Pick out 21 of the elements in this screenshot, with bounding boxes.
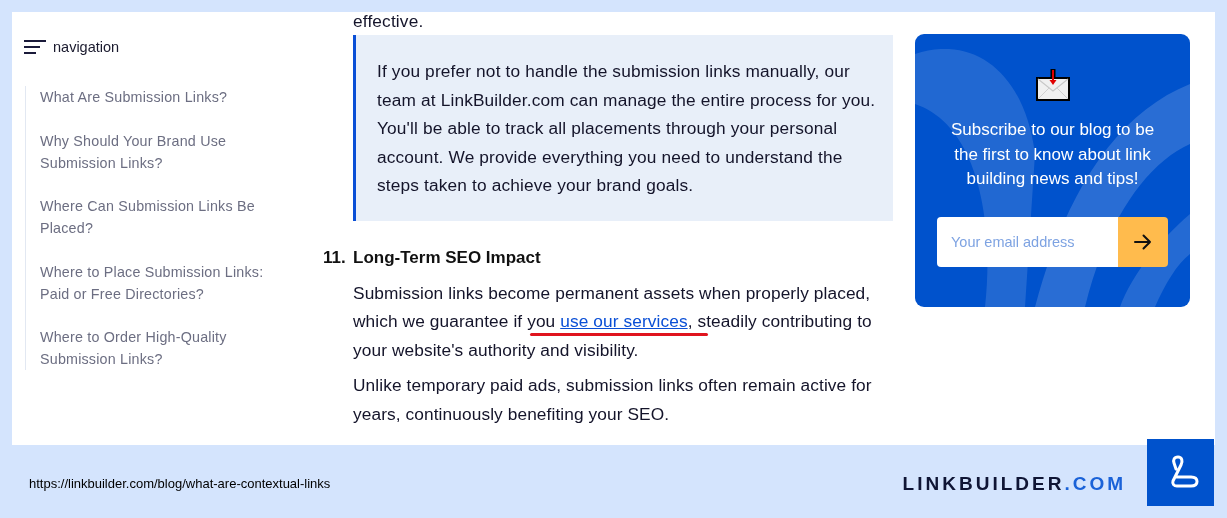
callout-text: If you prefer not to handle the submission links manually, our team at LinkBuilder.com can manage the entire process for you. You'll be able to track all placements through your personal account. We provide everything you need to understand the steps taken to achieve your brand goals. — [377, 60, 877, 197]
paragraph-text: Unlike temporary paid ads, submission links often remain active for years, continuously benefiting your SEO. — [353, 374, 873, 426]
menu-icon[interactable] — [24, 40, 46, 54]
section-heading: Long-Term SEO Impact — [353, 247, 541, 268]
navigation-link[interactable]: What Are Submission Links? — [40, 86, 285, 108]
submit-button[interactable] — [1118, 216, 1168, 267]
navigation-link[interactable]: Where Can Submission Links Be Placed? — [40, 195, 285, 239]
paragraph-text: Submission links become permanent assets when properly placed, which we guarantee if you use our services, steadily contributing to your website's authority and visibility. — [353, 281, 873, 362]
page-url: https://linkbuilder.com/blog/what-are-contextual-links — [29, 475, 332, 491]
navigation-title: navigation — [53, 39, 120, 55]
text-link[interactable]: use our services — [560, 311, 688, 331]
section-number: 11. — [323, 247, 347, 268]
subscribe-text: Subscribe to our blog to be the first to know about link building news and tips! — [949, 119, 1156, 190]
email-field[interactable]: Your email address — [937, 216, 1118, 267]
navigation-link[interactable]: Where to Place Submission Links: Paid or Free Directories? — [40, 260, 285, 305]
envelope-icon — [1035, 69, 1070, 102]
brand-wordmark: LINKBUILDER.COM — [902, 471, 1126, 495]
navigation-link[interactable]: Why Should Your Brand Use Submission Links? — [40, 129, 285, 174]
arrow-right-icon — [1134, 233, 1152, 250]
paragraph-text: effective. — [353, 12, 425, 31]
navigation-link[interactable]: Where to Order High-Quality Submission Links? — [40, 326, 285, 370]
